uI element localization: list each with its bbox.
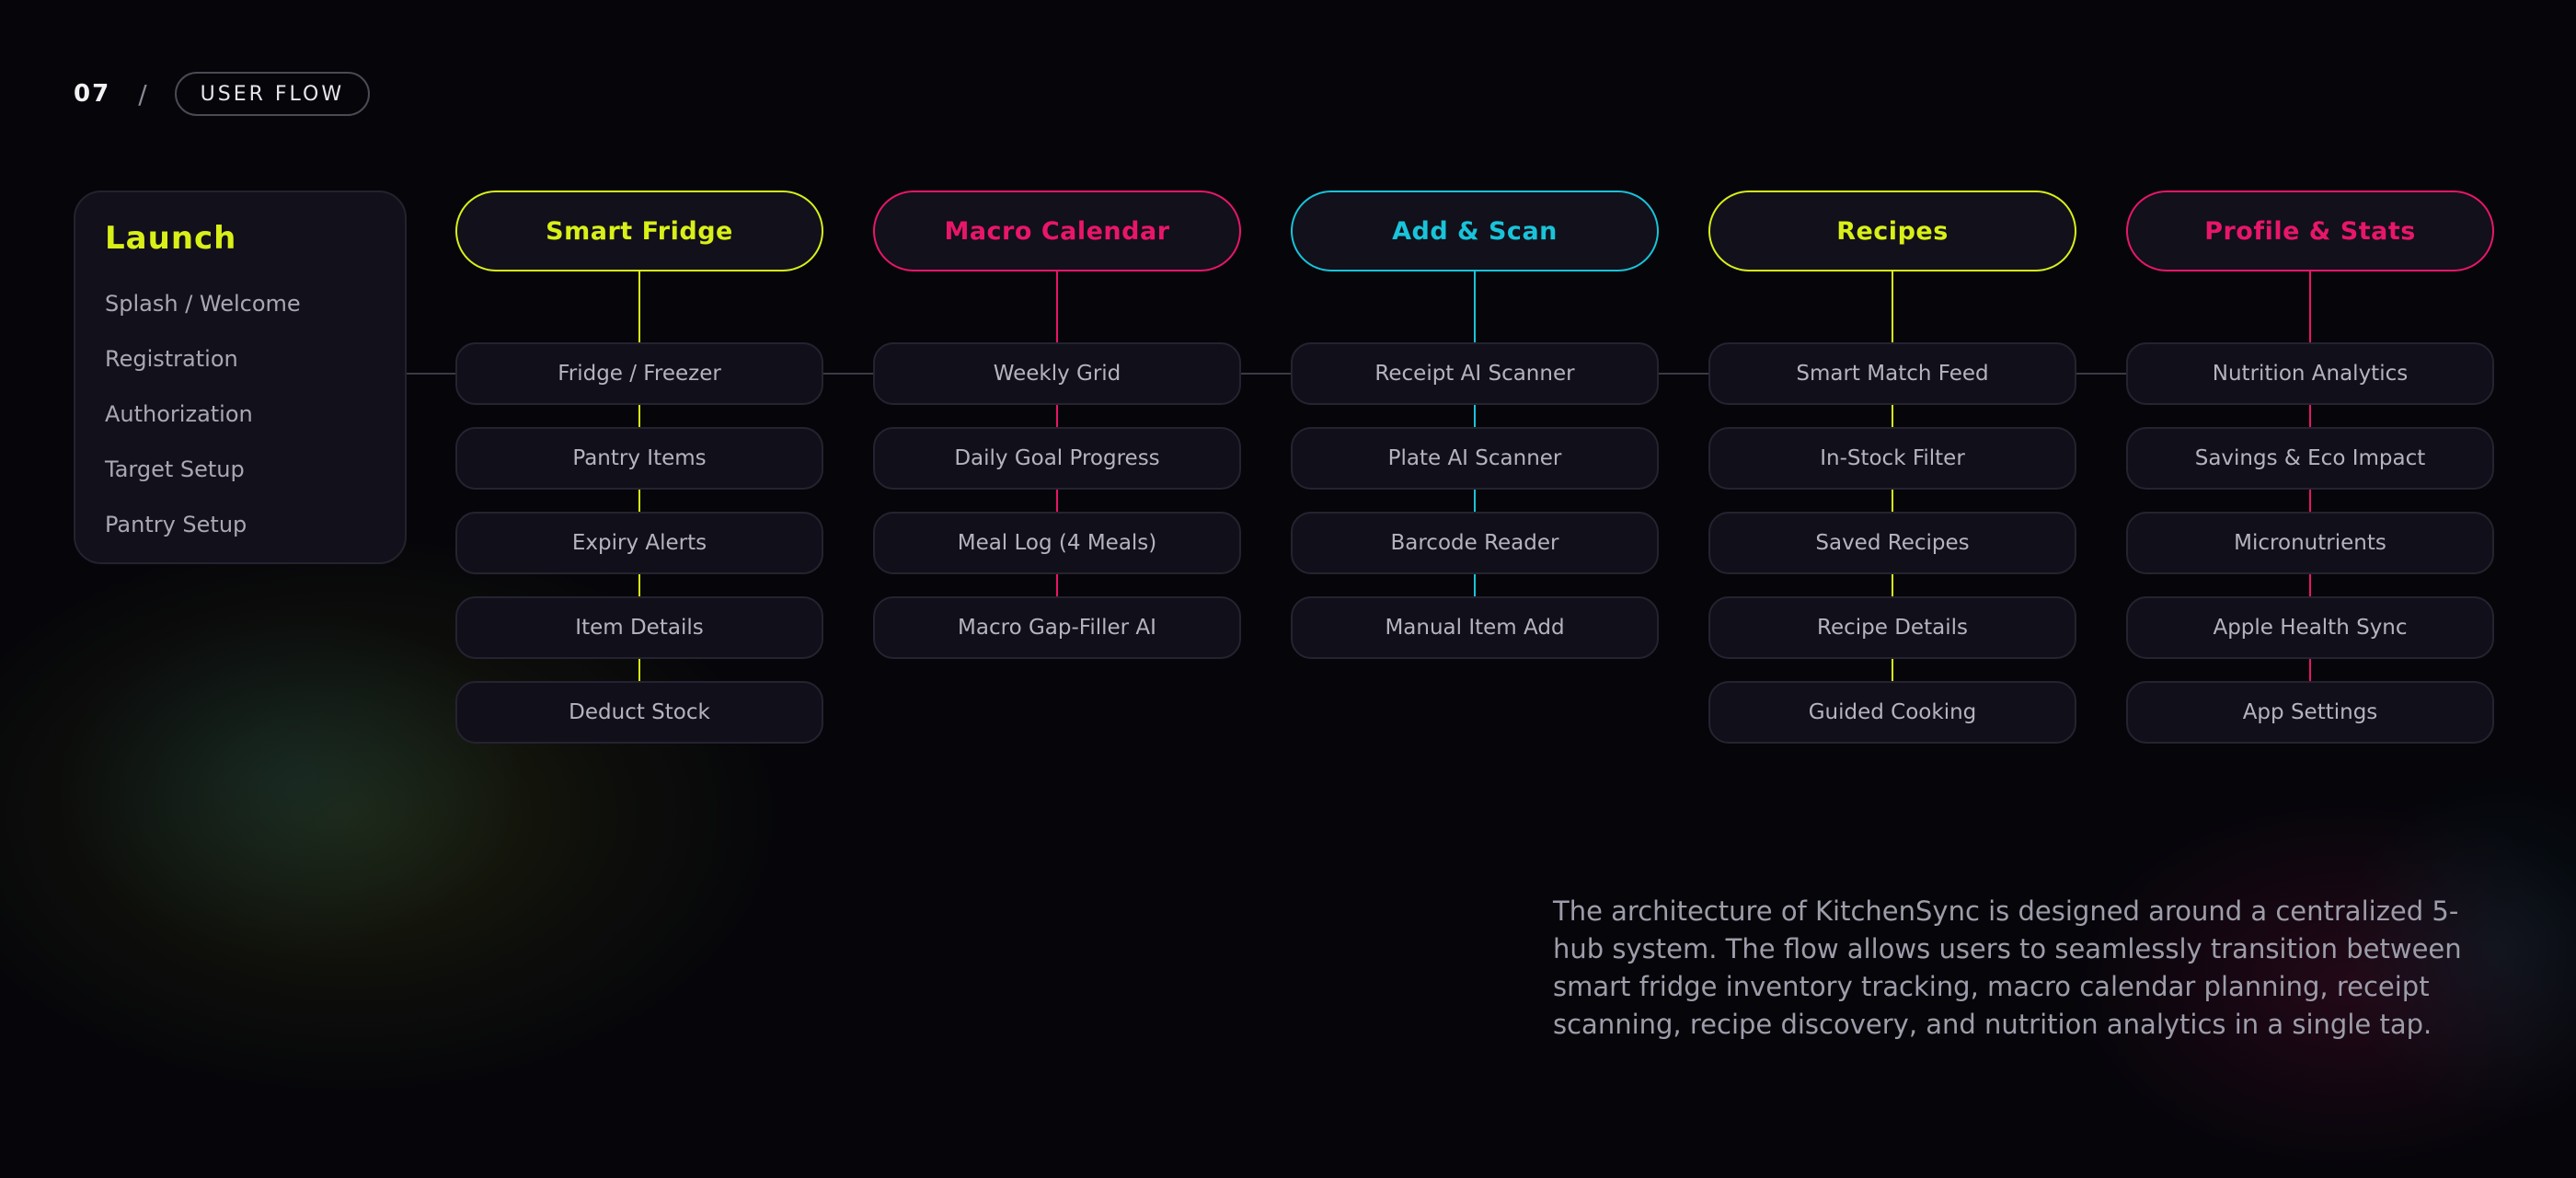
- node-guided-cooking[interactable]: Guided Cooking: [1708, 681, 2076, 744]
- node-apple-health-sync[interactable]: Apple Health Sync: [2126, 596, 2494, 659]
- launch-item-registration: Registration: [105, 346, 238, 372]
- node-pantry-items[interactable]: Pantry Items: [455, 427, 823, 490]
- hub-profile-stats[interactable]: Profile & Stats: [2126, 191, 2494, 271]
- launch-item-splash: Splash / Welcome: [105, 291, 301, 317]
- node-app-settings[interactable]: App Settings: [2126, 681, 2494, 744]
- launch-panel: Launch Splash / Welcome Registration Aut…: [74, 191, 407, 564]
- node-micronutrients[interactable]: Micronutrients: [2126, 512, 2494, 574]
- launch-item-target-setup: Target Setup: [105, 456, 245, 482]
- launch-item-authorization: Authorization: [105, 401, 253, 427]
- node-smart-match-feed[interactable]: Smart Match Feed: [1708, 342, 2076, 405]
- node-saved-recipes[interactable]: Saved Recipes: [1708, 512, 2076, 574]
- hub-smart-fridge[interactable]: Smart Fridge: [455, 191, 823, 271]
- hub-macro-calendar[interactable]: Macro Calendar: [873, 191, 1241, 271]
- description-text: The architecture of KitchenSync is desig…: [1553, 895, 2462, 1040]
- node-macro-gap-filler-ai[interactable]: Macro Gap-Filler AI: [873, 596, 1241, 659]
- node-plate-ai-scanner[interactable]: Plate AI Scanner: [1291, 427, 1659, 490]
- node-receipt-ai-scanner[interactable]: Receipt AI Scanner: [1291, 342, 1659, 405]
- launch-title: Launch: [105, 220, 237, 257]
- node-meal-log-4-meals[interactable]: Meal Log (4 Meals): [873, 512, 1241, 574]
- launch-item-pantry-setup: Pantry Setup: [105, 512, 247, 537]
- node-recipe-details[interactable]: Recipe Details: [1708, 596, 2076, 659]
- node-weekly-grid[interactable]: Weekly Grid: [873, 342, 1241, 405]
- hub-recipes[interactable]: Recipes: [1708, 191, 2076, 271]
- node-fridge-freezer[interactable]: Fridge / Freezer: [455, 342, 823, 405]
- node-expiry-alerts[interactable]: Expiry Alerts: [455, 512, 823, 574]
- hub-add-scan[interactable]: Add & Scan: [1291, 191, 1659, 271]
- node-nutrition-analytics[interactable]: Nutrition Analytics: [2126, 342, 2494, 405]
- node-savings-eco-impact[interactable]: Savings & Eco Impact: [2126, 427, 2494, 490]
- node-manual-item-add[interactable]: Manual Item Add: [1291, 596, 1659, 659]
- node-deduct-stock[interactable]: Deduct Stock: [455, 681, 823, 744]
- node-in-stock-filter[interactable]: In-Stock Filter: [1708, 427, 2076, 490]
- node-barcode-reader[interactable]: Barcode Reader: [1291, 512, 1659, 574]
- node-item-details[interactable]: Item Details: [455, 596, 823, 659]
- node-daily-goal-progress[interactable]: Daily Goal Progress: [873, 427, 1241, 490]
